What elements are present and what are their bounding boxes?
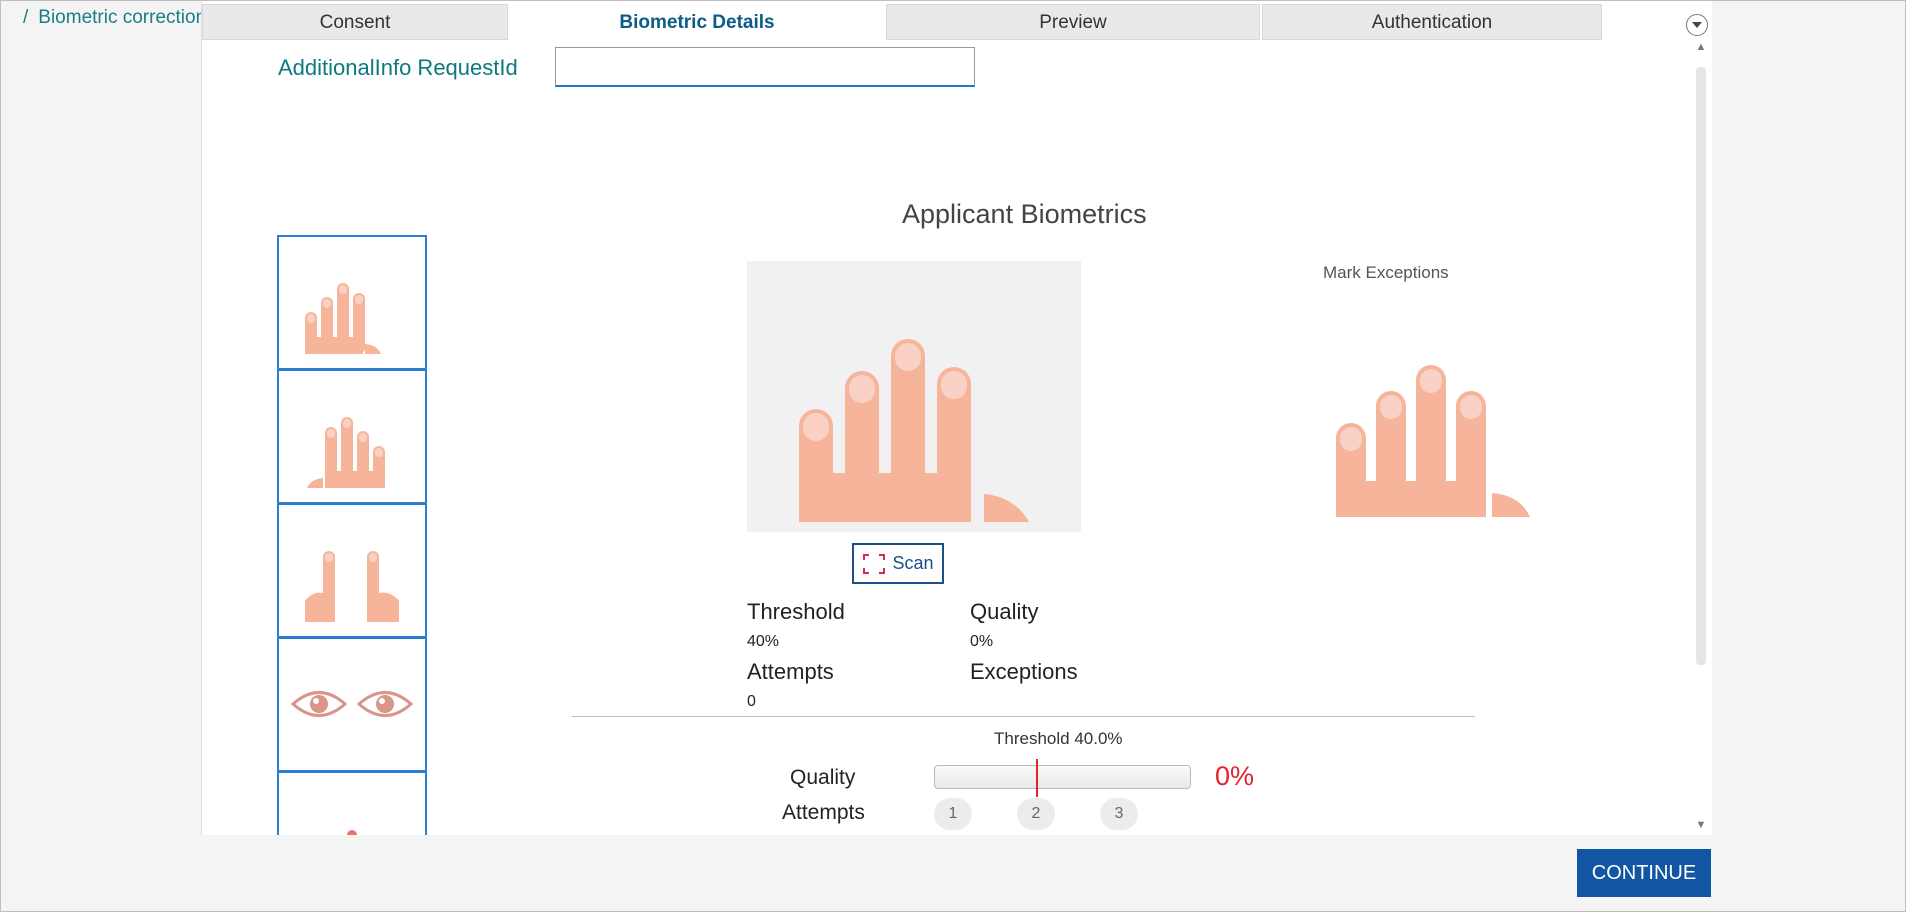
threshold-value: 40% [747,633,780,650]
applicant-biometrics-title: Applicant Biometrics [902,199,1147,229]
thumbs-icon [305,551,399,622]
thumbnail-thumbs[interactable] [277,503,427,638]
section-divider [572,716,1475,717]
quality-value: 0% [970,633,994,650]
attempt-2[interactable]: 2 [1017,798,1055,830]
tab-overflow-dropdown-icon[interactable] [1686,14,1708,36]
threshold-label: Threshold [747,599,845,624]
scan-label: Scan [892,553,934,573]
quality-percent: 0% [1215,761,1255,791]
biometric-preview [747,261,1081,532]
tab-biometric-details[interactable]: Biometric Details [510,4,884,40]
biometric-thumbnail-list [277,235,427,835]
continue-button[interactable]: CONTINUE [1577,849,1711,897]
tab-authentication[interactable]: Authentication [1262,4,1602,40]
scroll-down-icon[interactable]: ▼ [1695,819,1707,831]
thumbnail-face[interactable] [277,771,427,835]
scrollbar-thumb[interactable] [1696,67,1706,665]
scroll-up-icon[interactable]: ▲ [1695,41,1707,53]
exception-hand[interactable] [1332,351,1532,524]
threshold-indicator-text: Threshold 40.0% [994,729,1123,748]
thumbnail-left-hand[interactable] [277,235,427,370]
app-window: / Biometric correction Consent Biometric … [0,0,1906,912]
mark-exceptions-label: Mark Exceptions [1323,263,1449,282]
thumbnail-iris[interactable] [277,637,427,772]
tab-consent[interactable]: Consent [202,4,508,40]
additional-info-label: AdditionalInfo RequestId [278,55,518,80]
additional-info-input[interactable] [555,47,975,87]
tab-preview[interactable]: Preview [886,4,1260,40]
right-hand-fingers-icon [307,417,385,488]
breadcrumb[interactable]: / Biometric correction [23,7,203,29]
quality-bar-label: Quality [790,766,856,789]
breadcrumb-label[interactable]: Biometric correction [38,7,203,28]
left-hand-preview-icon [799,339,1029,522]
exception-hand-icon [1336,365,1530,517]
attempts-row-label: Attempts [782,801,865,824]
quality-progress-bar [934,765,1191,789]
thumbnail-right-hand[interactable] [277,369,427,504]
left-hand-fingers-icon [305,283,381,354]
quality-label: Quality [970,599,1039,624]
face-icon [347,830,357,835]
scan-button[interactable]: Scan [852,543,944,584]
biometric-dialog: Consent Biometric Details Preview Authen… [201,1,1712,835]
attempt-1[interactable]: 1 [934,798,972,830]
scan-frame-icon [863,553,886,574]
attempts-label: Attempts [747,659,834,684]
vertical-scrollbar[interactable]: ▲ ▼ [1691,39,1711,835]
exceptions-label: Exceptions [970,659,1078,684]
tab-bar: Consent Biometric Details Preview Authen… [202,4,1708,40]
iris-eyes-icon [290,691,414,717]
attempt-3[interactable]: 3 [1100,798,1138,830]
attempts-value: 0 [747,693,756,710]
breadcrumb-separator: / [23,7,29,28]
threshold-marker [1036,759,1038,797]
